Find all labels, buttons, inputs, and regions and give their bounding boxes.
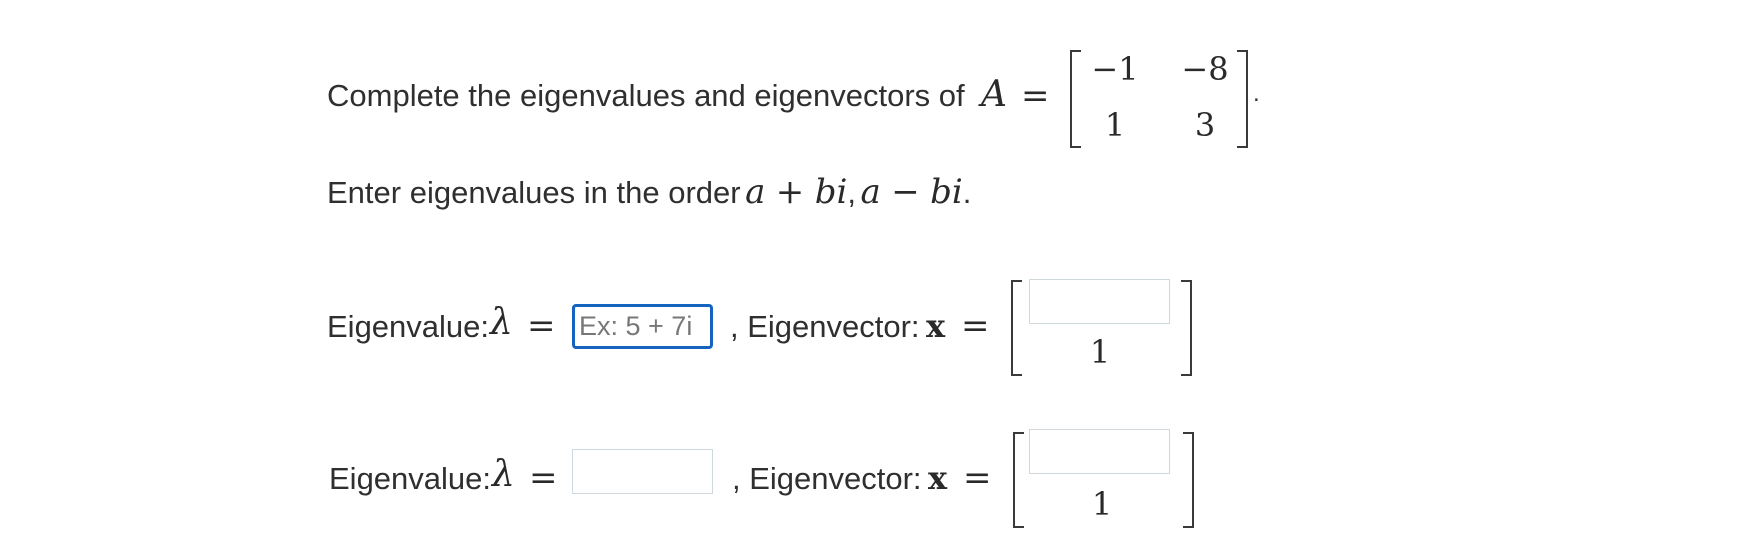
trailing-period: . [1253,80,1260,107]
instruction-minus: − [891,172,920,212]
vector-left-bracket [1011,280,1022,376]
instruction-bi: bi [814,172,848,212]
equals-sign: = [1021,76,1050,116]
instruction-comma: , [847,175,857,210]
eigenvector-top-input[interactable] [1029,429,1170,474]
eigenvalue-input[interactable] [572,304,713,349]
instruction-bi2: bi [930,172,963,212]
vector-bottom-entry: 1 [1089,333,1111,371]
eigenvalue-input[interactable] [572,449,713,494]
problem-prompt: Complete the eigenvalues and eigenvector… [327,78,965,113]
lambda-symbol: λ [490,302,513,343]
vector-left-bracket [1013,432,1024,528]
instruction-a: a [745,172,766,212]
eigenvector-label: , Eigenvector: [730,309,920,344]
vector-right-bracket [1181,280,1192,376]
instruction-line: Enter eigenvalues in the order a + bi, a… [327,172,971,212]
instruction-text: Enter eigenvalues in the order [327,175,741,210]
equals-sign-2: = [961,306,990,346]
matrix-cell-r2c1: 1 [1104,106,1126,144]
eigenvector-label: , Eigenvector: [732,461,922,496]
equals-sign: = [529,458,558,498]
vector-right-bracket [1183,432,1194,528]
eigenvector-top-input[interactable] [1029,279,1170,324]
eigenvalue-label: Eigenvalue: [329,461,492,496]
matrix-cell-r1c1: −1 [1091,50,1139,88]
matrix-right-bracket [1237,50,1248,148]
instruction-a2: a [860,172,881,212]
equals-sign-2: = [963,458,992,498]
vector-bottom-entry: 1 [1091,485,1113,523]
x-symbol: x [928,459,948,497]
matrix-symbol: A [981,74,1007,115]
lambda-symbol: λ [492,454,515,495]
x-symbol: x [926,307,946,345]
eigenvalue-label: Eigenvalue: [327,309,490,344]
equals-sign: = [527,306,556,346]
matrix-cell-r2c2: 3 [1194,106,1216,144]
matrix-left-bracket [1070,50,1081,148]
matrix-cell-r1c2: −8 [1181,50,1229,88]
instruction-plus: + [775,172,805,212]
instruction-period: . [962,175,972,210]
